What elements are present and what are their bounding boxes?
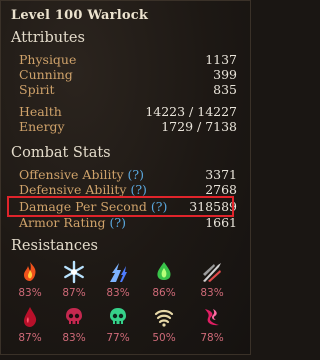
- pierce-icon: [203, 263, 221, 282]
- fire-resistance-value: 83%: [18, 287, 42, 299]
- bleed-resistance-value: 87%: [18, 332, 42, 344]
- lightning-resistance-value: 83%: [106, 287, 130, 299]
- armor-rating-value: 1661: [205, 215, 237, 230]
- poison-resistance-value: 86%: [152, 287, 176, 299]
- vitality-resistance-value: 83%: [62, 332, 86, 344]
- combat-stats-heading: Combat Stats: [11, 145, 111, 161]
- chaos-icon: [205, 309, 219, 326]
- armor-rating-help-icon[interactable]: (?): [110, 215, 126, 230]
- physique-label: Physique: [19, 52, 77, 67]
- health-row: Health 14223 / 14227: [19, 104, 237, 119]
- energy-value: 1729 / 7138: [161, 119, 237, 134]
- spirit-label: Spirit: [19, 82, 55, 97]
- armor-rating-label: Armor Rating: [19, 215, 106, 230]
- aether-resistance-value: 77%: [106, 332, 130, 344]
- defensive-ability-help-icon[interactable]: (?): [130, 182, 146, 197]
- health-value: 14223 / 14227: [145, 104, 237, 119]
- chaos-resistance[interactable]: 78%: [195, 305, 229, 360]
- cunning-label: Cunning: [19, 67, 73, 82]
- attributes-heading: Attributes: [11, 30, 85, 46]
- stun-resistance-value: 50%: [152, 332, 176, 344]
- spirit-row: Spirit 835: [19, 82, 237, 97]
- character-title: Level 100 Warlock: [11, 8, 149, 23]
- armor-rating-row: Armor Rating (?) 1661: [19, 215, 237, 230]
- offensive-ability-row: Offensive Ability (?) 3371: [19, 167, 237, 182]
- cunning-value: 399: [213, 67, 237, 82]
- poison-icon: [157, 262, 171, 280]
- cold-icon: [64, 260, 84, 284]
- vitality-resistance[interactable]: 83%: [57, 305, 91, 360]
- offensive-ability-label: Offensive Ability: [19, 167, 124, 182]
- aether-resistance[interactable]: 77%: [101, 305, 135, 360]
- fire-icon: [24, 262, 36, 281]
- chaos-resistance-value: 78%: [200, 332, 224, 344]
- resistances-heading: Resistances: [11, 238, 98, 254]
- health-label: Health: [19, 104, 62, 119]
- vitality-icon: [66, 308, 82, 324]
- defensive-ability-row: Defensive Ability (?) 2768: [19, 182, 237, 197]
- energy-label: Energy: [19, 119, 65, 134]
- energy-row: Energy 1729 / 7138: [19, 119, 237, 134]
- bleed-icon: [24, 307, 37, 327]
- defensive-ability-value: 2768: [205, 182, 237, 197]
- defensive-ability-label: Defensive Ability: [19, 182, 127, 197]
- bleed-resistance[interactable]: 87%: [13, 305, 47, 360]
- cunning-row: Cunning 399: [19, 67, 237, 82]
- spirit-value: 835: [213, 82, 237, 97]
- stun-resistance[interactable]: 50%: [147, 305, 181, 360]
- dps-highlight-box: [7, 196, 234, 217]
- lightning-icon: [110, 263, 127, 282]
- physique-row: Physique 1137: [19, 52, 237, 67]
- character-stats-panel: Level 100 Warlock Attributes Physique 11…: [0, 0, 251, 355]
- cold-resistance-value: 87%: [62, 287, 86, 299]
- offensive-ability-help-icon[interactable]: (?): [128, 167, 144, 182]
- stun-icon: [154, 309, 174, 327]
- pierce-resistance-value: 83%: [200, 287, 224, 299]
- physique-value: 1137: [205, 52, 237, 67]
- offensive-ability-value: 3371: [205, 167, 237, 182]
- aether-icon: [110, 308, 126, 324]
